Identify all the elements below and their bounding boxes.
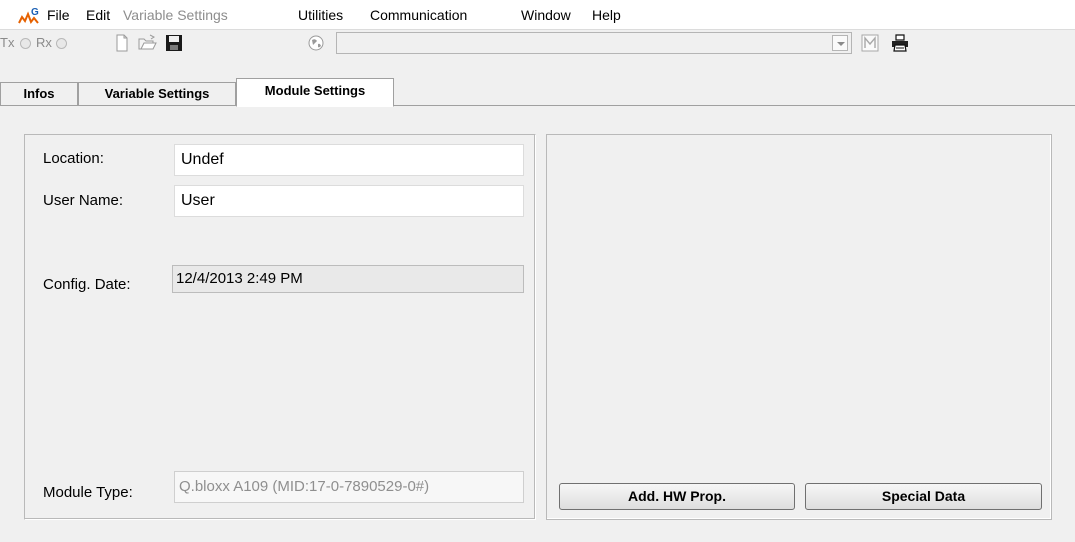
open-folder-icon[interactable]	[137, 33, 157, 53]
user-name-label: User Name:	[43, 192, 124, 209]
add-hw-prop-button[interactable]: Add. HW Prop.	[559, 483, 795, 510]
m-icon[interactable]	[860, 33, 880, 53]
printer-icon[interactable]	[890, 33, 910, 53]
menu-variable-settings[interactable]: Variable Settings	[123, 6, 228, 24]
menu-communication[interactable]: Communication	[370, 6, 467, 24]
special-data-button[interactable]: Special Data	[805, 483, 1042, 510]
new-document-icon[interactable]	[112, 33, 132, 53]
svg-text:G: G	[31, 7, 39, 18]
menu-help[interactable]: Help	[592, 6, 621, 24]
menu-utilities[interactable]: Utilities	[298, 6, 343, 24]
menu-edit[interactable]: Edit	[86, 6, 110, 24]
menu-bar: G File Edit Variable Settings Utilities …	[0, 0, 1075, 30]
add-hw-prop-button-label: Add. HW Prop.	[628, 488, 726, 504]
hw-properties-group	[546, 134, 1052, 520]
tx-indicator-icon	[20, 38, 31, 49]
chevron-down-icon[interactable]	[832, 35, 848, 51]
app-logo-icon[interactable]: G	[18, 6, 40, 26]
menu-file[interactable]: File	[47, 6, 70, 24]
globe-icon[interactable]	[306, 33, 326, 53]
module-type-label: Module Type:	[43, 484, 133, 501]
config-date-label: Config. Date:	[43, 276, 131, 293]
special-data-button-label: Special Data	[881, 488, 966, 504]
tab-variable-settings-label: Variable Settings	[104, 86, 210, 101]
tx-label: Tx	[0, 35, 15, 50]
user-name-input[interactable]: User	[174, 185, 524, 217]
tab-module-settings[interactable]: Module Settings	[236, 78, 394, 107]
config-date-value: 12/4/2013 2:49 PM	[172, 265, 524, 293]
toolbar: Tx Rx	[0, 30, 1075, 56]
tab-infos-label: Infos	[23, 86, 55, 101]
tab-strip: Infos Variable Settings Module Settings	[0, 56, 1075, 107]
rx-indicator-icon	[56, 38, 67, 49]
menu-window[interactable]: Window	[521, 6, 571, 24]
tab-module-settings-label: Module Settings	[264, 83, 366, 98]
location-input[interactable]: Undef	[174, 144, 524, 176]
module-type-field: Q.bloxx A109 (MID:17-0-7890529-0#)	[174, 471, 524, 503]
save-disk-icon[interactable]	[164, 33, 184, 53]
tab-variable-settings[interactable]: Variable Settings	[78, 82, 236, 106]
address-combo[interactable]	[336, 32, 852, 54]
tab-divider	[0, 105, 1075, 106]
location-label: Location:	[43, 150, 104, 167]
tab-infos[interactable]: Infos	[0, 82, 78, 106]
rx-label: Rx	[36, 35, 52, 50]
